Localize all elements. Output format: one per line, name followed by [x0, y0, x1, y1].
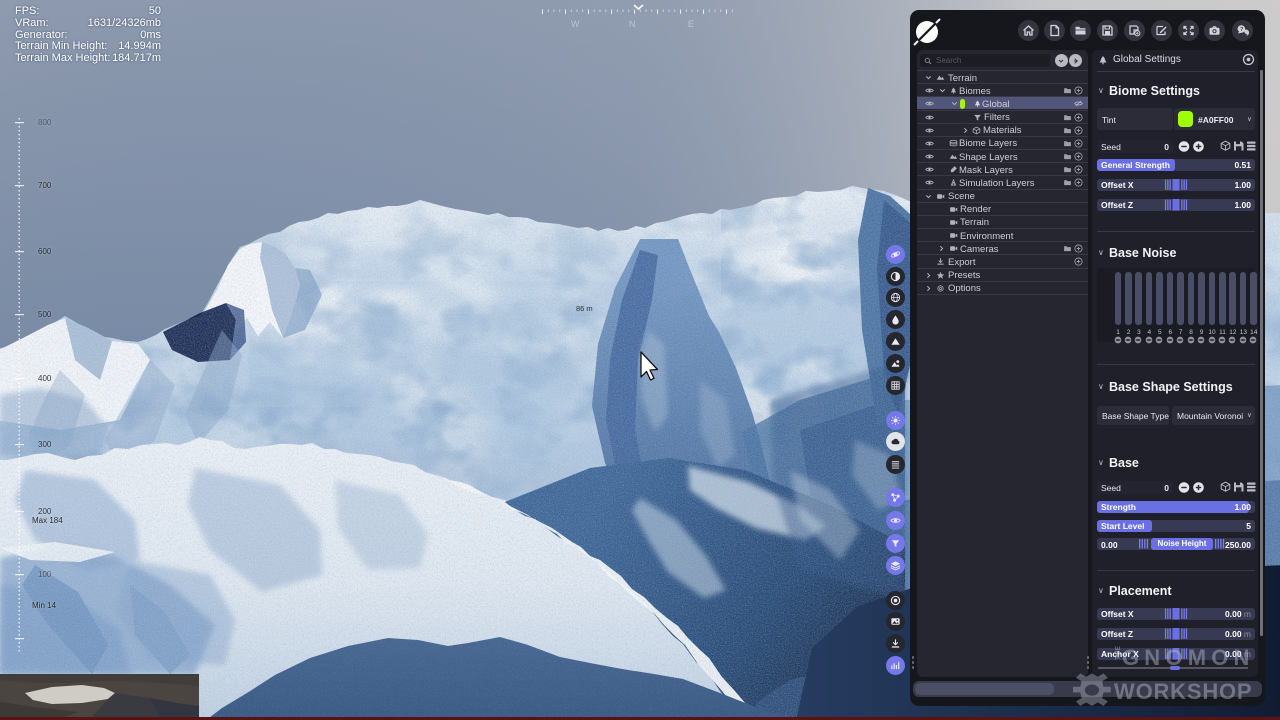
svg-text:N: N — [629, 19, 636, 29]
svg-text:WORKSHOP: WORKSHOP — [1114, 679, 1252, 704]
svg-text:GNOMON: GNOMON — [1122, 645, 1255, 670]
svg-text:E: E — [688, 19, 694, 29]
svg-text:W: W — [571, 19, 580, 29]
svg-text:THE: THE — [1115, 646, 1122, 660]
svg-text:86 m: 86 m — [576, 304, 593, 313]
